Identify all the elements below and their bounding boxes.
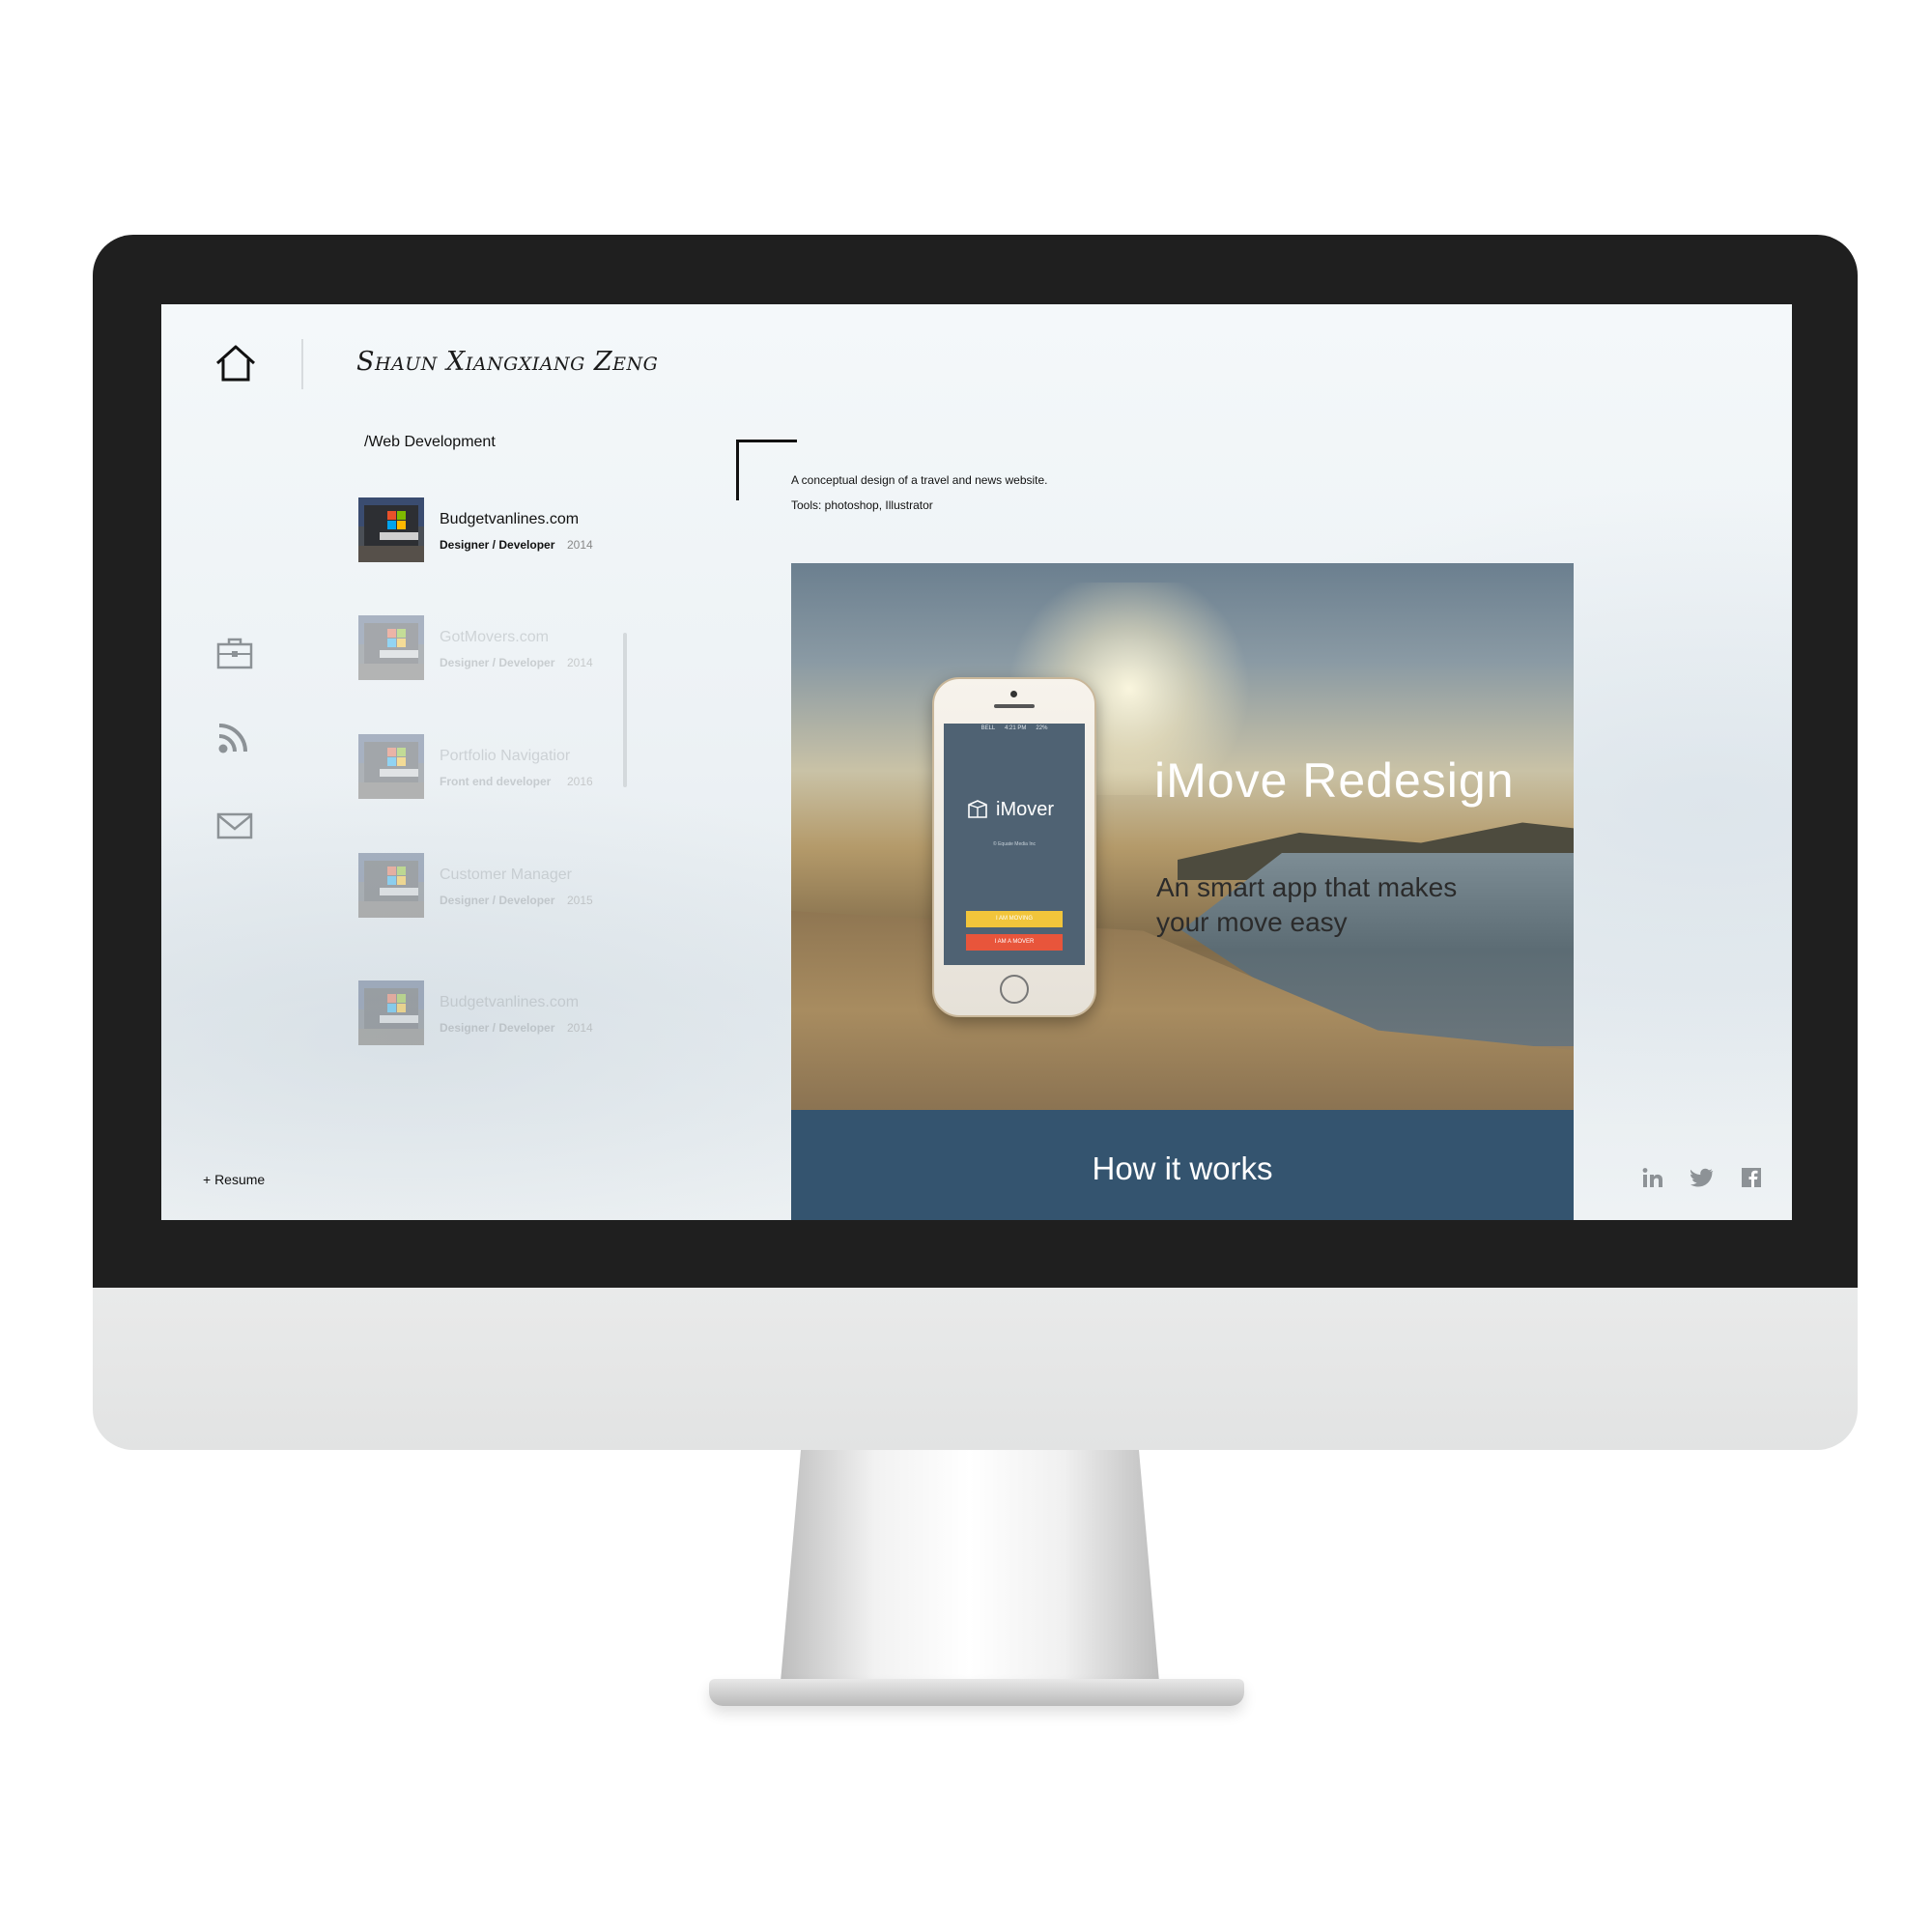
project-thumbnail	[358, 980, 424, 1045]
how-it-works-bar: How it works	[791, 1110, 1574, 1220]
project-item[interactable]: GotMovers.com Designer / Developer 2014	[358, 615, 610, 681]
site-title[interactable]: Shaun Xiangxiang Zeng	[356, 347, 658, 377]
project-year: 2015	[567, 894, 593, 907]
monitor-chin	[93, 1288, 1858, 1450]
phone-mockup: BELL 4:21 PM 22% iMover © Equate Media I…	[932, 677, 1096, 1017]
project-year: 2014	[567, 538, 593, 552]
project-item[interactable]: Portfolio Navigatior Front end developer…	[358, 734, 610, 800]
facebook-icon[interactable]	[1740, 1167, 1763, 1188]
project-name: Customer Manager	[440, 867, 572, 883]
how-it-works-heading: How it works	[1092, 1151, 1273, 1186]
project-name: GotMovers.com	[440, 629, 549, 645]
project-list-scrollbar[interactable]	[623, 633, 627, 787]
hero-subtitle: An smart app that makes your move easy	[1156, 872, 1458, 937]
project-role: Designer / Developer	[440, 656, 555, 669]
hero-title: iMove Redesign	[1154, 753, 1515, 808]
project-thumbnail	[358, 853, 424, 918]
monitor-stand	[781, 1450, 1159, 1682]
phone-status-bar: BELL 4:21 PM 22%	[980, 725, 1048, 731]
project-item[interactable]: Customer Manager Designer / Developer 20…	[358, 853, 610, 919]
project-name: Portfolio Navigatior	[440, 748, 571, 764]
section-label: /Web Development	[364, 434, 496, 450]
header-divider	[301, 339, 303, 389]
project-year: 2014	[567, 656, 593, 669]
project-role: Front end developer	[440, 775, 552, 788]
project-description: A conceptual design of a travel and news…	[791, 473, 1048, 487]
project-role: Designer / Developer	[440, 538, 555, 552]
project-item[interactable]: Budgetvanlines.com Designer / Developer …	[358, 497, 610, 563]
project-role: Designer / Developer	[440, 1021, 555, 1035]
project-year: 2014	[567, 1021, 593, 1035]
project-thumbnail	[358, 615, 424, 680]
home-icon[interactable]	[213, 343, 258, 384]
mail-icon[interactable]	[215, 809, 254, 843]
briefcase-icon[interactable]	[215, 636, 254, 670]
project-name: Budgetvanlines.com	[440, 994, 580, 1010]
i-am-moving-button: I AM MOVING	[966, 911, 1063, 927]
i-am-a-mover-button: I AM A MOVER	[966, 934, 1063, 951]
monitor-stand-base	[709, 1679, 1244, 1706]
linkedin-icon[interactable]	[1641, 1167, 1664, 1188]
project-year: 2016	[567, 775, 593, 788]
screen: Shaun Xiangxiang Zeng + Resume /Web Deve…	[161, 304, 1792, 1220]
project-name: Budgetvanlines.com	[440, 511, 580, 527]
project-item[interactable]: Budgetvanlines.com Designer / Developer …	[358, 980, 610, 1046]
resume-link[interactable]: + Resume	[203, 1172, 265, 1187]
app-name: iMover	[996, 799, 1055, 820]
app-copyright: © Equate Media Inc	[993, 841, 1036, 847]
phone-screen: BELL 4:21 PM 22% iMover © Equate Media I…	[944, 724, 1085, 965]
corner-bracket	[736, 440, 797, 500]
project-thumbnail	[358, 734, 424, 799]
twitter-icon[interactable]	[1690, 1167, 1714, 1188]
phone-home-button	[1000, 975, 1029, 1004]
box-icon	[968, 800, 987, 818]
project-thumbnail	[358, 497, 424, 562]
project-role: Designer / Developer	[440, 894, 555, 907]
project-showcase-image: BELL 4:21 PM 22% iMover © Equate Media I…	[791, 563, 1574, 1110]
project-tools: Tools: photoshop, Illustrator	[791, 498, 933, 512]
rss-icon[interactable]	[215, 721, 254, 755]
